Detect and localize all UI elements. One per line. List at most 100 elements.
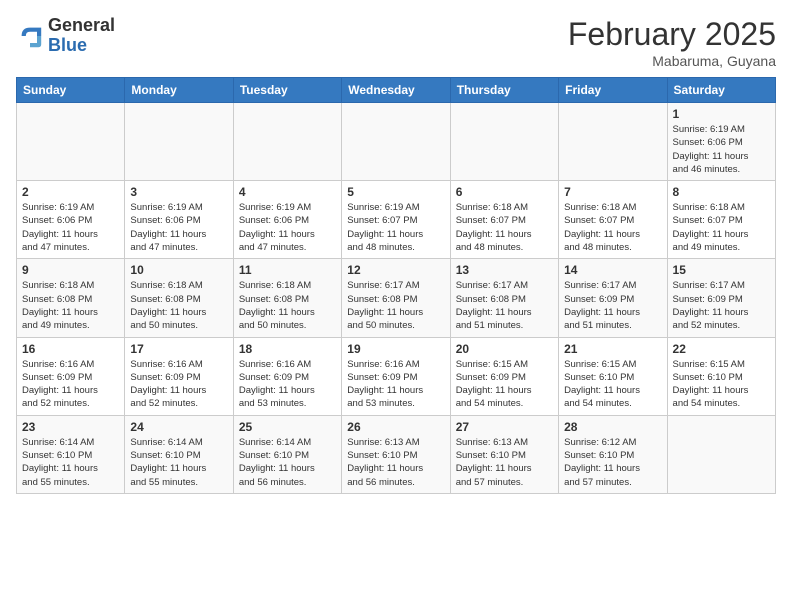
day-number: 9 bbox=[22, 263, 119, 277]
calendar-week-4: 16 Sunrise: 6:16 AM Sunset: 6:09 PM Dayli… bbox=[17, 337, 776, 415]
calendar-cell: 28 Sunrise: 6:12 AM Sunset: 6:10 PM Dayli… bbox=[559, 415, 667, 493]
day-number: 16 bbox=[22, 342, 119, 356]
calendar-cell: 5 Sunrise: 6:19 AM Sunset: 6:07 PM Daylig… bbox=[342, 181, 450, 259]
day-number: 3 bbox=[130, 185, 227, 199]
logo: General Blue bbox=[16, 16, 115, 56]
day-info: Sunrise: 6:18 AM Sunset: 6:08 PM Dayligh… bbox=[22, 279, 119, 332]
day-info: Sunrise: 6:15 AM Sunset: 6:09 PM Dayligh… bbox=[456, 358, 553, 411]
header-day-saturday: Saturday bbox=[667, 78, 775, 103]
calendar-cell: 17Sunrise: 6:16 AM Sunset: 6:09 PM Dayli… bbox=[125, 337, 233, 415]
day-number: 7 bbox=[564, 185, 661, 199]
day-number: 19 bbox=[347, 342, 444, 356]
day-info: Sunrise: 6:19 AM Sunset: 6:07 PM Dayligh… bbox=[347, 201, 444, 254]
day-number: 14 bbox=[564, 263, 661, 277]
calendar-cell bbox=[233, 103, 341, 181]
calendar-cell: 15 Sunrise: 6:17 AM Sunset: 6:09 PM Dayli… bbox=[667, 259, 775, 337]
day-number: 23 bbox=[22, 420, 119, 434]
calendar-cell bbox=[559, 103, 667, 181]
calendar-cell: 13Sunrise: 6:17 AM Sunset: 6:08 PM Dayli… bbox=[450, 259, 558, 337]
day-number: 8 bbox=[673, 185, 770, 199]
day-number: 20 bbox=[456, 342, 553, 356]
day-info: Sunrise: 6:17 AM Sunset: 6:09 PM Dayligh… bbox=[673, 279, 770, 332]
logo-blue-text: Blue bbox=[48, 36, 115, 56]
day-number: 21 bbox=[564, 342, 661, 356]
day-info: Sunrise: 6:14 AM Sunset: 6:10 PM Dayligh… bbox=[130, 436, 227, 489]
day-info: Sunrise: 6:14 AM Sunset: 6:10 PM Dayligh… bbox=[22, 436, 119, 489]
day-info: Sunrise: 6:16 AM Sunset: 6:09 PM Dayligh… bbox=[22, 358, 119, 411]
header-day-wednesday: Wednesday bbox=[342, 78, 450, 103]
day-info: Sunrise: 6:17 AM Sunset: 6:08 PM Dayligh… bbox=[347, 279, 444, 332]
logo-icon bbox=[16, 22, 44, 50]
calendar-cell bbox=[125, 103, 233, 181]
day-number: 18 bbox=[239, 342, 336, 356]
day-number: 28 bbox=[564, 420, 661, 434]
calendar-cell: 14 Sunrise: 6:17 AM Sunset: 6:09 PM Dayli… bbox=[559, 259, 667, 337]
day-info: Sunrise: 6:15 AM Sunset: 6:10 PM Dayligh… bbox=[564, 358, 661, 411]
calendar-cell: 20 Sunrise: 6:15 AM Sunset: 6:09 PM Dayli… bbox=[450, 337, 558, 415]
calendar-cell: 23 Sunrise: 6:14 AM Sunset: 6:10 PM Dayli… bbox=[17, 415, 125, 493]
day-number: 10 bbox=[130, 263, 227, 277]
day-info: Sunrise: 6:16 AM Sunset: 6:09 PM Dayligh… bbox=[130, 358, 227, 411]
day-number: 25 bbox=[239, 420, 336, 434]
day-number: 26 bbox=[347, 420, 444, 434]
logo-general-text: General bbox=[48, 16, 115, 36]
header-day-monday: Monday bbox=[125, 78, 233, 103]
day-info: Sunrise: 6:15 AM Sunset: 6:10 PM Dayligh… bbox=[673, 358, 770, 411]
calendar-table: SundayMondayTuesdayWednesdayThursdayFrid… bbox=[16, 77, 776, 494]
calendar-cell: 3 Sunrise: 6:19 AM Sunset: 6:06 PM Daylig… bbox=[125, 181, 233, 259]
day-number: 27 bbox=[456, 420, 553, 434]
day-number: 24 bbox=[130, 420, 227, 434]
day-number: 6 bbox=[456, 185, 553, 199]
day-info: Sunrise: 6:18 AM Sunset: 6:07 PM Dayligh… bbox=[564, 201, 661, 254]
day-number: 13 bbox=[456, 263, 553, 277]
header-day-friday: Friday bbox=[559, 78, 667, 103]
day-number: 11 bbox=[239, 263, 336, 277]
day-info: Sunrise: 6:12 AM Sunset: 6:10 PM Dayligh… bbox=[564, 436, 661, 489]
calendar-week-1: 1 Sunrise: 6:19 AM Sunset: 6:06 PM Daylig… bbox=[17, 103, 776, 181]
calendar-cell bbox=[450, 103, 558, 181]
calendar-cell bbox=[667, 415, 775, 493]
calendar-week-2: 2 Sunrise: 6:19 AM Sunset: 6:06 PM Daylig… bbox=[17, 181, 776, 259]
day-number: 1 bbox=[673, 107, 770, 121]
day-number: 15 bbox=[673, 263, 770, 277]
day-info: Sunrise: 6:13 AM Sunset: 6:10 PM Dayligh… bbox=[456, 436, 553, 489]
day-number: 12 bbox=[347, 263, 444, 277]
logo-text: General Blue bbox=[48, 16, 115, 56]
header-day-thursday: Thursday bbox=[450, 78, 558, 103]
calendar-cell: 8 Sunrise: 6:18 AM Sunset: 6:07 PM Daylig… bbox=[667, 181, 775, 259]
day-number: 5 bbox=[347, 185, 444, 199]
calendar-cell: 25 Sunrise: 6:14 AM Sunset: 6:10 PM Dayli… bbox=[233, 415, 341, 493]
day-info: Sunrise: 6:13 AM Sunset: 6:10 PM Dayligh… bbox=[347, 436, 444, 489]
day-info: Sunrise: 6:18 AM Sunset: 6:08 PM Dayligh… bbox=[239, 279, 336, 332]
day-info: Sunrise: 6:14 AM Sunset: 6:10 PM Dayligh… bbox=[239, 436, 336, 489]
calendar-cell bbox=[342, 103, 450, 181]
day-info: Sunrise: 6:18 AM Sunset: 6:07 PM Dayligh… bbox=[673, 201, 770, 254]
calendar-cell: 11 Sunrise: 6:18 AM Sunset: 6:08 PM Dayli… bbox=[233, 259, 341, 337]
header-row: SundayMondayTuesdayWednesdayThursdayFrid… bbox=[17, 78, 776, 103]
calendar-cell: 22 Sunrise: 6:15 AM Sunset: 6:10 PM Dayli… bbox=[667, 337, 775, 415]
day-number: 22 bbox=[673, 342, 770, 356]
calendar-cell: 12 Sunrise: 6:17 AM Sunset: 6:08 PM Dayli… bbox=[342, 259, 450, 337]
day-info: Sunrise: 6:19 AM Sunset: 6:06 PM Dayligh… bbox=[673, 123, 770, 176]
header-day-sunday: Sunday bbox=[17, 78, 125, 103]
page-header: General Blue February 2025 Mabaruma, Guy… bbox=[16, 16, 776, 69]
title-block: February 2025 Mabaruma, Guyana bbox=[568, 16, 776, 69]
calendar-cell: 16 Sunrise: 6:16 AM Sunset: 6:09 PM Dayli… bbox=[17, 337, 125, 415]
calendar-cell: 18Sunrise: 6:16 AM Sunset: 6:09 PM Dayli… bbox=[233, 337, 341, 415]
calendar-cell: 7 Sunrise: 6:18 AM Sunset: 6:07 PM Daylig… bbox=[559, 181, 667, 259]
day-info: Sunrise: 6:19 AM Sunset: 6:06 PM Dayligh… bbox=[130, 201, 227, 254]
calendar-cell: 27 Sunrise: 6:13 AM Sunset: 6:10 PM Dayli… bbox=[450, 415, 558, 493]
day-info: Sunrise: 6:16 AM Sunset: 6:09 PM Dayligh… bbox=[347, 358, 444, 411]
calendar-header: SundayMondayTuesdayWednesdayThursdayFrid… bbox=[17, 78, 776, 103]
month-title: February 2025 bbox=[568, 16, 776, 53]
day-info: Sunrise: 6:18 AM Sunset: 6:07 PM Dayligh… bbox=[456, 201, 553, 254]
calendar-cell bbox=[17, 103, 125, 181]
calendar-week-3: 9 Sunrise: 6:18 AM Sunset: 6:08 PM Daylig… bbox=[17, 259, 776, 337]
calendar-cell: 26 Sunrise: 6:13 AM Sunset: 6:10 PM Dayli… bbox=[342, 415, 450, 493]
day-info: Sunrise: 6:17 AM Sunset: 6:09 PM Dayligh… bbox=[564, 279, 661, 332]
day-number: 2 bbox=[22, 185, 119, 199]
calendar-cell: 2Sunrise: 6:19 AM Sunset: 6:06 PM Daylig… bbox=[17, 181, 125, 259]
day-info: Sunrise: 6:18 AM Sunset: 6:08 PM Dayligh… bbox=[130, 279, 227, 332]
day-info: Sunrise: 6:19 AM Sunset: 6:06 PM Dayligh… bbox=[239, 201, 336, 254]
calendar-cell: 10 Sunrise: 6:18 AM Sunset: 6:08 PM Dayli… bbox=[125, 259, 233, 337]
